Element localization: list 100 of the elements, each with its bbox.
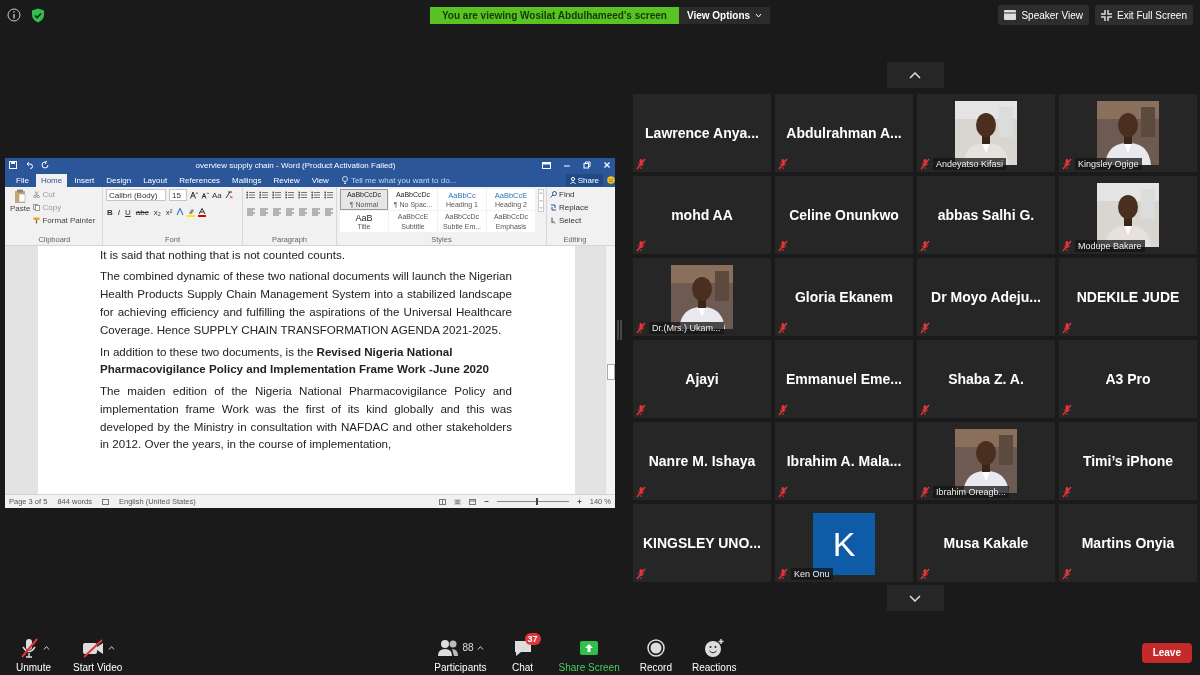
toolbar-button[interactable]: Start Video	[67, 632, 129, 673]
participant-tile[interactable]: abbas Salhi G.	[917, 176, 1055, 254]
participant-tile[interactable]: Celine Onunkwo	[775, 176, 913, 254]
proofing-icon	[102, 498, 109, 505]
participants-icon	[437, 638, 460, 657]
chevron-down-icon	[909, 594, 921, 602]
chevron-up-icon	[909, 71, 921, 79]
participant-tile[interactable]: Gloria Ekanem	[775, 258, 913, 336]
editing-button[interactable]: Replace	[550, 201, 600, 214]
replace-icon	[550, 204, 557, 212]
zoom-in-icon	[576, 499, 582, 505]
print-layout-icon	[453, 498, 461, 505]
participant-name: Abdulrahman A...	[786, 125, 902, 141]
scissors-icon	[33, 191, 41, 199]
format-button[interactable]: x²	[164, 206, 174, 219]
participant-tile[interactable]: Shaba Z. A.	[917, 340, 1055, 418]
participant-count: 88	[462, 642, 474, 653]
editing-button[interactable]: Find	[550, 188, 600, 201]
lightbulb-icon	[341, 176, 348, 185]
participant-tile[interactable]: Dr.(Mrs.) Ukam...	[633, 258, 771, 336]
participant-tile[interactable]: Ibrahim A. Mala...	[775, 422, 913, 500]
toolbar-button[interactable]: Reactions	[685, 632, 743, 673]
toolbar-button[interactable]: 37 Chat	[500, 632, 545, 673]
text-effects-icon	[176, 208, 185, 217]
share-button[interactable]: Share	[565, 174, 603, 187]
ribbon-tab[interactable]: Layout	[138, 173, 173, 187]
editing-button[interactable]: Select	[550, 214, 600, 227]
participant-tile[interactable]: Ibrahim Oreagb...	[917, 422, 1055, 500]
slider-thumb[interactable]	[536, 498, 539, 506]
clear-format-icon	[224, 191, 233, 200]
format-button[interactable]: B	[106, 206, 114, 219]
change-case-button[interactable]: Aa	[212, 189, 222, 202]
participant-tile[interactable]: Timi’s iPhone	[1059, 422, 1197, 500]
format-button[interactable]: x₂	[152, 206, 162, 219]
unread-badge: 37	[524, 632, 541, 645]
toolbar-button[interactable]: 88 Participants	[428, 632, 493, 673]
participant-tile[interactable]: Lawrence Anya...	[633, 94, 771, 172]
paintbrush-icon	[33, 217, 41, 225]
ribbon-tab[interactable]: Insert	[69, 173, 100, 187]
participant-tile[interactable]: Emmanuel Eme...	[775, 340, 913, 418]
clipboard-icon	[14, 188, 27, 203]
participant-tile[interactable]: KINGSLEY UNO...	[633, 504, 771, 582]
search-icon	[550, 191, 557, 199]
participant-name: Nanre M. Ishaya	[648, 453, 756, 469]
participant-tile[interactable]: Nanre M. Ishaya	[633, 422, 771, 500]
ribbon-tab[interactable]: Design	[101, 173, 137, 187]
participant-tile[interactable]: A3 Pro	[1059, 340, 1197, 418]
participant-tile[interactable]: Musa Kakale	[917, 504, 1055, 582]
participant-tile[interactable]: Kingsley Ogige	[1059, 94, 1197, 172]
format-button[interactable]: U	[124, 206, 132, 219]
participant-tile[interactable]: Dr Moyo Adeju...	[917, 258, 1055, 336]
format-button[interactable]: abc	[134, 206, 150, 219]
exit-full-screen-button[interactable]: Exit Full Screen	[1094, 5, 1193, 25]
caret-up-icon[interactable]	[107, 645, 115, 650]
leave-button[interactable]: Leave	[1141, 642, 1192, 663]
format-button[interactable]: I	[116, 206, 121, 219]
font-name-field[interactable]: Calibri (Body)	[106, 189, 166, 202]
ribbon-tab[interactable]: File	[11, 173, 34, 187]
clipboard-button[interactable]: Format Painter	[33, 214, 96, 227]
toolbar-button[interactable]: Share Screen	[552, 632, 626, 673]
caret-up-icon[interactable]	[42, 645, 50, 650]
tell-me-search[interactable]: Tell me what you want to do...	[350, 175, 457, 185]
participant-name: Modupe Bakare	[1075, 240, 1145, 252]
participant-tile[interactable]: NDEKILE JUDE	[1059, 258, 1197, 336]
participant-name: Ibrahim Oreagb...	[933, 486, 1010, 498]
ribbon-tab[interactable]: Review	[268, 173, 305, 187]
speaker-view-button[interactable]: Speaker View	[998, 5, 1089, 25]
participant-name: Celine Onunkwo	[789, 207, 899, 223]
toolbar-button[interactable]: Record	[633, 632, 678, 673]
paste-button[interactable]: Paste	[10, 188, 31, 235]
caret-up-icon[interactable]	[476, 645, 484, 650]
participant-tile[interactable]: Abdulrahman A...	[775, 94, 913, 172]
ribbon-tab[interactable]: References	[174, 173, 226, 187]
shrink-font-icon	[201, 191, 209, 200]
participant-name: mohd AA	[671, 207, 733, 223]
ribbon-tab[interactable]: Mailings	[227, 173, 267, 187]
participant-tile[interactable]: Martins Onyia	[1059, 504, 1197, 582]
participant-tile[interactable]: mohd AA	[633, 176, 771, 254]
participant-tile[interactable]: Ajayi	[633, 340, 771, 418]
participant-tile[interactable]: Modupe Bakare	[1059, 176, 1197, 254]
document-paragraph: The combined dynamic of these two national documents will launch the Nigerian Health Products Supply Chain Management System into a stabilized landscape for achieving efficiency and fulfilling the aspirations of the Universal Healthcare Coverage. Hence SUPPLY CHAIN TRANSFORMATION AGENDA 2021-2025.	[100, 268, 512, 338]
scrollbar[interactable]	[605, 245, 615, 495]
redo-icon	[41, 161, 49, 170]
participant-tile[interactable]: K Ken Onu	[775, 504, 913, 582]
participant-name: Timi’s iPhone	[1082, 453, 1174, 469]
exit-full-screen-icon	[1100, 9, 1112, 21]
toolbar-button[interactable]: Unmute	[10, 632, 57, 673]
view-options-button[interactable]: View Options	[678, 6, 771, 24]
video-off-icon	[80, 636, 105, 659]
font-size-field[interactable]: 15	[169, 189, 187, 202]
participant-name: Lawrence Anya...	[645, 125, 759, 141]
document-paragraph: The maiden edition of the Nigeria National Pharmacovigilance Policy and implementation frame Work was the first of its kind globally and this was developed by the Ministry in consultation with NAFDAC and other stakeholders in 2012. Over the years, in the course of implementation,	[100, 383, 512, 453]
document-paragraph: In addition to these two documents, is the Revised Nigeria National Pharmacovigilance Policy and Implementation Frame Work -June 2020	[100, 343, 490, 378]
ribbon-tab[interactable]: Home	[35, 173, 68, 187]
participant-name: A3 Pro	[1105, 371, 1151, 387]
cursor-icon	[550, 217, 557, 225]
ribbon-tab[interactable]: View	[306, 173, 334, 187]
highlight-icon	[187, 207, 196, 217]
shield-check-icon	[31, 7, 45, 23]
participant-tile[interactable]: Andeyatso Kifasi	[917, 94, 1055, 172]
